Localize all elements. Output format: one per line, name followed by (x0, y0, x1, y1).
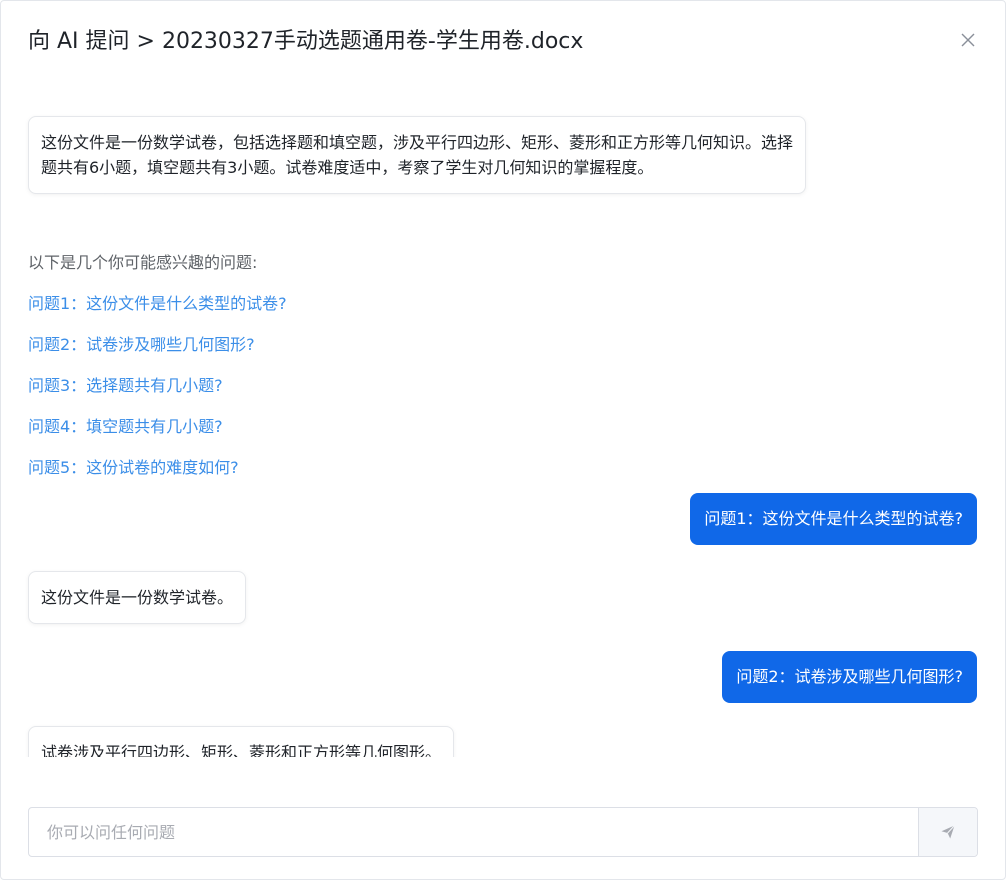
user-message: 问题1：这份文件是什么类型的试卷? (690, 493, 977, 545)
suggested-questions-title: 以下是几个你可能感兴趣的问题: (28, 253, 258, 272)
ask-ai-dialog: 向 AI 提问 > 20230327手动选题通用卷-学生用卷.docx 这份文件… (0, 0, 1006, 880)
question-input[interactable] (29, 808, 918, 856)
send-button[interactable] (918, 808, 977, 856)
ai-message: 试卷涉及平行四边形、矩形、菱形和正方形等几何图形。 (28, 726, 455, 757)
close-icon (961, 33, 975, 47)
chat-area[interactable]: 这份文件是一份数学试卷，包括选择题和填空题，涉及平行四边形、矩形、菱形和正方形等… (1, 83, 1005, 757)
question-input-bar (28, 807, 978, 857)
suggested-question-3[interactable]: 问题3：选择题共有几小题? (28, 375, 223, 397)
user-message: 问题2：试卷涉及哪些几何图形? (722, 651, 977, 703)
suggested-question-1[interactable]: 问题1：这份文件是什么类型的试卷? (28, 293, 287, 315)
summary-bubble: 这份文件是一份数学试卷，包括选择题和填空题，涉及平行四边形、矩形、菱形和正方形等… (28, 116, 806, 194)
suggested-question-4[interactable]: 问题4：填空题共有几小题? (28, 416, 223, 438)
dialog-title: 向 AI 提问 > 20230327手动选题通用卷-学生用卷.docx (28, 29, 584, 54)
ai-message: 这份文件是一份数学试卷。 (28, 571, 247, 624)
send-icon (941, 825, 955, 839)
dialog-header: 向 AI 提问 > 20230327手动选题通用卷-学生用卷.docx (1, 1, 1005, 83)
suggested-question-5[interactable]: 问题5：这份试卷的难度如何? (28, 457, 239, 479)
close-button[interactable] (957, 29, 979, 51)
suggested-question-2[interactable]: 问题2：试卷涉及哪些几何图形? (28, 334, 255, 356)
